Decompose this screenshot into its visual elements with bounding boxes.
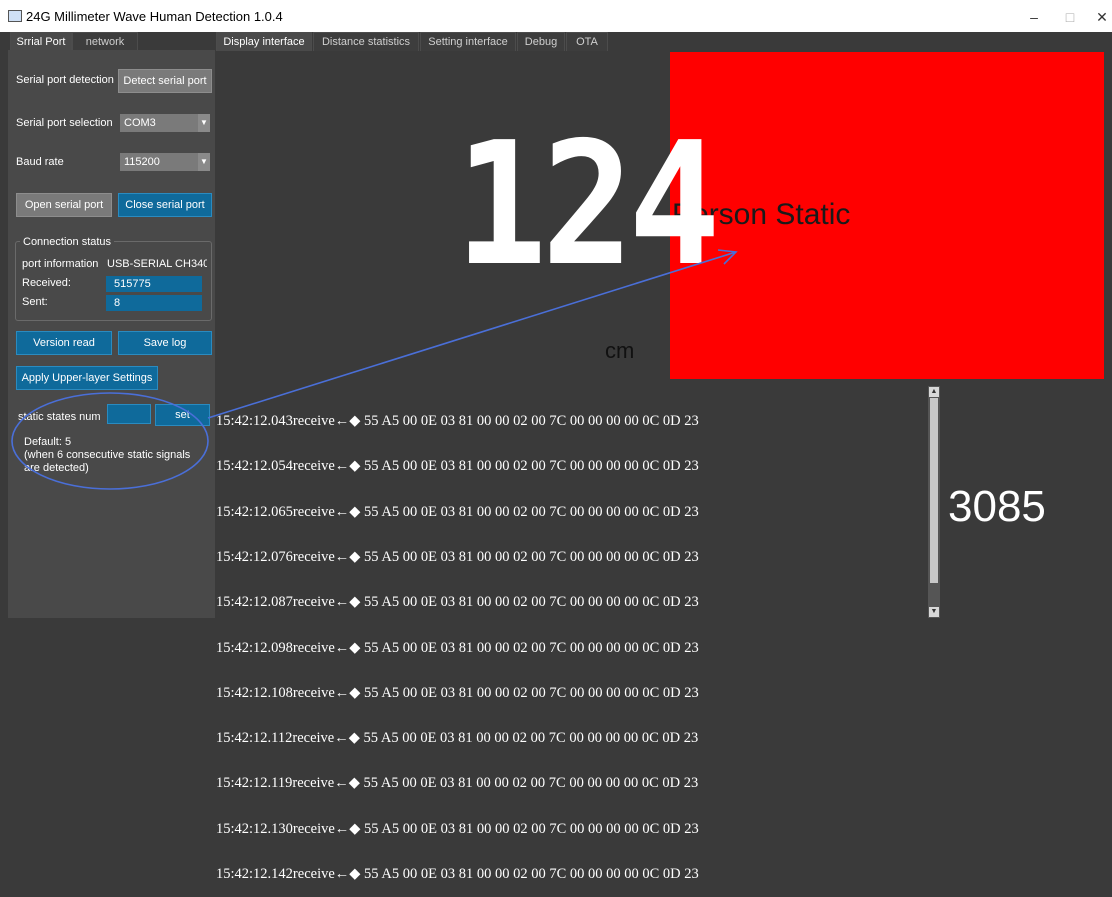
log-line: 15:42:12.130receive←◆ 55 A5 00 0E 03 81 … (216, 820, 699, 837)
log-line: 15:42:12.112receive←◆ 55 A5 00 0E 03 81 … (216, 730, 699, 747)
log-line: 15:42:12.108receive←◆ 55 A5 00 0E 03 81 … (216, 684, 699, 701)
log-line: 15:42:12.142receive←◆ 55 A5 00 0E 03 81 … (216, 866, 699, 882)
log-line: 15:42:12.098receive←◆ 55 A5 00 0E 03 81 … (216, 639, 699, 656)
annotation-ellipse (11, 392, 209, 490)
log-line: 15:42:12.119receive←◆ 55 A5 00 0E 03 81 … (216, 775, 699, 792)
annotation-arrow (207, 251, 737, 419)
annotation-overlay (11, 249, 738, 490)
